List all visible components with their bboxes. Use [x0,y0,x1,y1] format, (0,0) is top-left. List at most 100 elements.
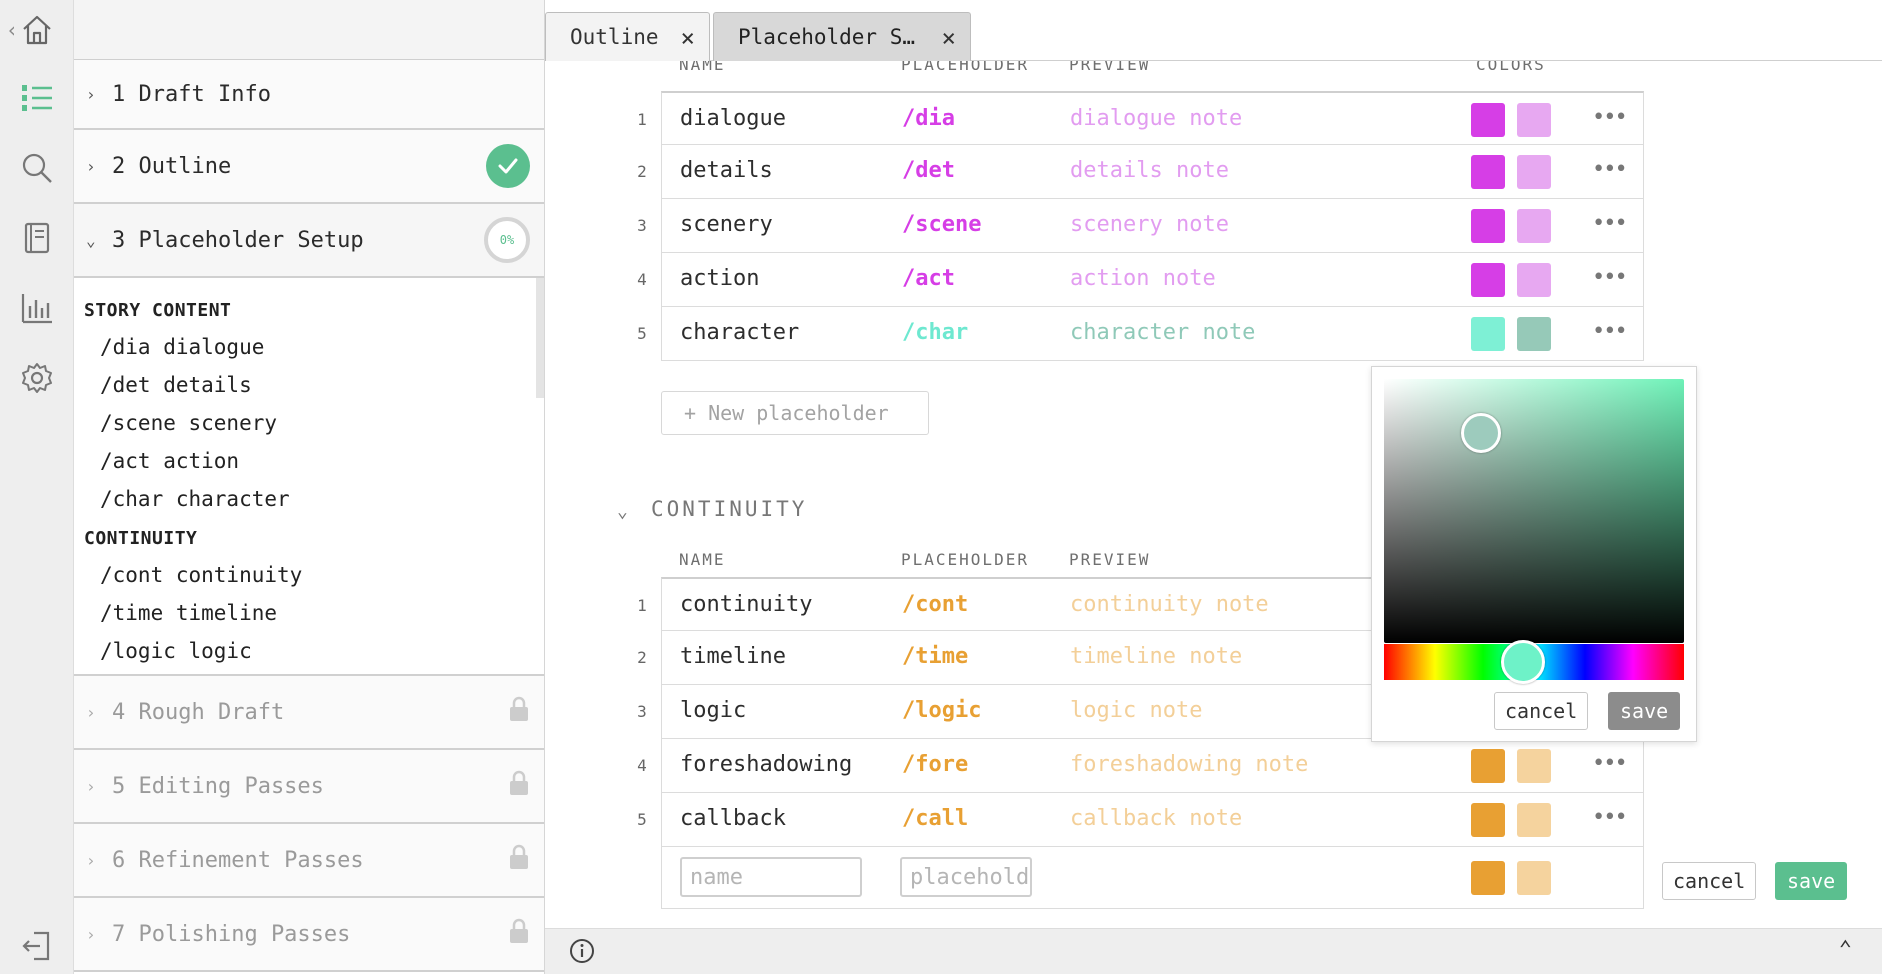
placeholder-tag[interactable]: /scene [902,212,981,237]
table-row[interactable]: 5 character /char character note ••• [637,307,1644,361]
close-icon[interactable]: × [681,24,695,52]
list-item[interactable]: /det details [84,366,534,404]
saturation-handle[interactable] [1461,413,1501,453]
placeholder-tag[interactable]: /char [902,320,968,345]
placeholder-preview: callback note [1070,806,1243,831]
placeholder-name[interactable]: details [680,158,773,183]
placeholder-tag[interactable]: /dia [902,106,955,131]
secondary-color-swatch[interactable] [1517,749,1551,783]
sidebar-item-editing-passes[interactable]: › 5 Editing Passes [74,750,544,824]
picker-save-button[interactable]: save [1608,692,1681,730]
tab-bar: Outline × Placeholder S… × [545,0,1882,61]
placeholder-name[interactable]: timeline [680,644,786,669]
sidebar-item-draft-info[interactable]: › 1 Draft Info [74,60,544,130]
placeholder-name[interactable]: logic [680,698,746,723]
list-item[interactable]: /scene scenery [84,404,534,442]
scrollbar[interactable] [536,278,544,398]
placeholder-tag[interactable]: /fore [902,752,968,777]
table-row[interactable]: 4 foreshadowing /fore foreshadowing note… [637,739,1644,793]
table-row[interactable]: 5 callback /call callback note ••• [637,793,1644,847]
list-item[interactable]: /dia dialogue [84,328,534,366]
list-item[interactable]: /char character [84,480,534,518]
hue-handle[interactable] [1501,640,1545,684]
more-options-icon[interactable]: ••• [1592,319,1628,344]
list-item[interactable]: /cont continuity [84,556,534,594]
placeholder-name[interactable]: dialogue [680,106,786,131]
new-placeholder-button[interactable]: + New placeholder [661,391,929,435]
tab-outline[interactable]: Outline × [545,12,710,61]
chevron-down-icon: ⌄ [86,230,96,250]
list-item[interactable]: /act action [84,442,534,480]
placeholder-name[interactable]: callback [680,806,786,831]
secondary-color-swatch[interactable] [1517,155,1551,189]
secondary-color-swatch[interactable] [1517,209,1551,243]
saturation-area[interactable] [1384,379,1684,643]
info-icon[interactable] [569,938,595,964]
primary-color-swatch[interactable] [1471,155,1505,189]
exit-icon[interactable] [17,926,57,966]
chevron-down-icon[interactable]: ⌄ [617,501,628,522]
row-cancel-button[interactable]: cancel [1662,862,1757,900]
sidebar-item-outline[interactable]: › 2 Outline [74,130,544,204]
sidebar-item-refinement-passes[interactable]: › 6 Refinement Passes [74,824,544,898]
table-row[interactable]: 4 action /act action note ••• [637,253,1644,307]
secondary-color-swatch[interactable] [1517,263,1551,297]
primary-color-swatch[interactable] [1471,209,1505,243]
placeholder-name[interactable]: foreshadowing [680,752,852,777]
chevron-up-icon[interactable]: ⌃ [1839,937,1852,962]
primary-color-swatch[interactable] [1471,103,1505,137]
table-row[interactable]: 1 dialogue /dia dialogue note ••• [637,91,1644,145]
more-options-icon[interactable]: ••• [1592,211,1628,236]
new-placeholder-row [661,847,1644,909]
table-row[interactable]: 3 scenery /scene scenery note ••• [637,199,1644,253]
sidebar-item-placeholder-setup[interactable]: ⌄ 3 Placeholder Setup 0% [74,204,544,278]
secondary-color-swatch[interactable] [1517,803,1551,837]
chevron-right-icon: › [86,702,96,722]
tab-placeholder-setup[interactable]: Placeholder S… × [713,12,971,61]
more-options-icon[interactable]: ••• [1592,105,1628,130]
primary-color-swatch[interactable] [1471,861,1505,895]
hue-slider[interactable] [1384,640,1684,684]
column-header-name: NAME [679,550,726,569]
sidebar-item-polishing-passes[interactable]: › 7 Polishing Passes [74,898,544,972]
settings-icon[interactable] [17,358,57,398]
section-title-continuity[interactable]: CONTINUITY [651,497,807,521]
notebook-icon[interactable] [17,218,57,258]
more-options-icon[interactable]: ••• [1592,265,1628,290]
more-options-icon[interactable]: ••• [1592,751,1628,776]
close-icon[interactable]: × [942,24,956,52]
placeholder-tag[interactable]: /time [902,644,968,669]
chevron-right-icon: › [86,84,96,104]
secondary-color-swatch[interactable] [1517,861,1551,895]
search-icon[interactable] [17,148,57,188]
sidebar-item-rough-draft[interactable]: › 4 Rough Draft [74,676,544,750]
placeholder-name[interactable]: action [680,266,759,291]
placeholder-tag[interactable]: /call [902,806,968,831]
primary-color-swatch[interactable] [1471,803,1505,837]
list-item[interactable]: /time timeline [84,594,534,632]
secondary-color-swatch[interactable] [1517,103,1551,137]
table-row[interactable]: 2 details /det details note ••• [637,145,1644,199]
name-input[interactable] [680,857,862,897]
placeholder-tag[interactable]: /cont [902,592,968,617]
more-options-icon[interactable]: ••• [1592,157,1628,182]
row-number: 3 [637,702,647,721]
primary-color-swatch[interactable] [1471,749,1505,783]
row-save-button[interactable]: save [1775,862,1848,900]
outline-list-icon[interactable] [17,78,57,118]
placeholder-tag[interactable]: /logic [902,698,981,723]
primary-color-swatch[interactable] [1471,263,1505,297]
placeholder-tag[interactable]: /det [902,158,955,183]
placeholder-name[interactable]: character [680,320,799,345]
placeholder-name[interactable]: continuity [680,592,812,617]
placeholder-tag[interactable]: /act [902,266,955,291]
placeholder-input[interactable] [900,857,1032,897]
picker-cancel-button[interactable]: cancel [1494,692,1589,730]
placeholder-name[interactable]: scenery [680,212,773,237]
stats-icon[interactable] [17,288,57,328]
list-item[interactable]: /logic logic [84,632,534,670]
secondary-color-swatch[interactable] [1517,317,1551,351]
more-options-icon[interactable]: ••• [1592,805,1628,830]
primary-color-swatch[interactable] [1471,317,1505,351]
home-icon[interactable] [17,10,57,50]
